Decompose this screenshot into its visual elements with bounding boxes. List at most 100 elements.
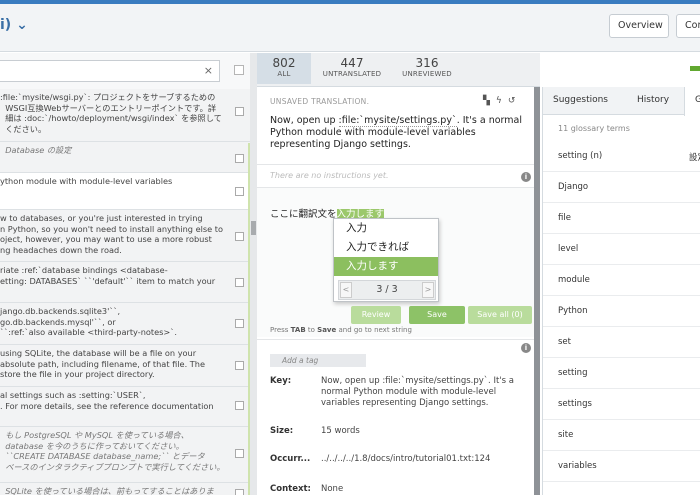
glossary-count: 11 glossary terms [558,124,630,133]
meta-key: Key: Now, open up :file:`mysite/settings… [270,376,514,408]
row-checkbox[interactable] [235,107,244,116]
overview-button[interactable]: Overview [609,14,669,38]
stat-label: UNREVIEWED [402,70,452,78]
scrollbar-thumb[interactable] [534,87,540,495]
suggestion-item[interactable]: 入力 [334,219,438,238]
info-icon[interactable]: i [521,172,531,182]
string-row[interactable]: jango.db.backends.sqlite3'``, go.db.back… [0,303,257,345]
stat-unreviewed[interactable]: 316 UNREVIEWED [397,56,457,78]
editor-tools: ▚ϟ↺ [483,96,521,106]
glossary-item[interactable]: level [543,234,700,265]
string-row[interactable]: :file:`mysite/wsgi.py`: プロジェクトをサーブするための … [0,89,257,142]
translation-editor: UNSAVED TRANSLATION. ▚ϟ↺ Now, open up :f… [257,87,540,495]
string-row-text: w to databases, or you're just intereste… [0,213,224,255]
tab-glossary[interactable]: G [684,87,700,116]
glossary-item[interactable]: setting [543,358,700,389]
stat-count: 447 [340,56,364,70]
review-button[interactable]: Review [351,306,401,324]
row-checkbox[interactable] [235,489,244,495]
chevron-down-icon[interactable]: ⌄ [16,17,28,33]
glossary-term: level [558,244,579,254]
add-tag-input[interactable]: Add a tag [270,354,366,367]
stat-count: 802 [272,56,296,70]
string-row[interactable]: Database の設定 [0,142,257,173]
meta-occurrence: Occurr... ../../../../1.8/docs/intro/tut… [270,454,491,464]
row-checkbox[interactable] [235,278,244,287]
copy-icon[interactable]: ▚ [483,96,496,106]
string-row[interactable]: using SQLite, the database will be a fil… [0,345,257,387]
glossary-definition: 設定 [689,153,700,163]
tab-suggestions[interactable]: Suggestions [553,95,608,105]
glossary-item[interactable]: Django [543,172,700,203]
tab-history[interactable]: History [637,95,669,105]
glossary-item[interactable]: module [543,265,700,296]
string-row-text: al settings such as :setting:`USER`, . F… [0,390,214,411]
progress-indicator [690,66,700,71]
row-checkbox[interactable] [235,232,244,241]
glossary-term: module [558,275,590,285]
meta-size: Size: 15 words [270,426,360,436]
undo-icon[interactable]: ↺ [508,96,522,106]
glossary-item[interactable]: set [543,327,700,358]
suggestion-item[interactable]: 入力できれば [334,238,438,257]
search-input[interactable]: × [0,60,220,82]
scrollbar-thumb[interactable] [251,221,256,235]
glossary-item[interactable]: variables [543,451,700,482]
glossary-item[interactable]: site [543,420,700,451]
instructions-text: There are no instructions yet. [270,171,389,180]
row-checkbox[interactable] [235,319,244,328]
glossary-term: file [558,213,571,223]
stat-label: ALL [277,70,291,78]
list-scrollbar[interactable] [250,53,257,495]
row-checkbox[interactable] [235,187,244,196]
string-row-text: riate :ref:`database bindings <database-… [0,265,216,286]
string-row-text: もし PostgreSQL や MySQL を使っている場合、 database… [5,430,224,472]
glossary-item[interactable]: file [543,203,700,234]
string-row[interactable]: w to databases, or you're just intereste… [0,210,257,262]
source-text: Now, open up :file:`mysite/settings.py`.… [270,115,522,150]
string-row[interactable]: riate :ref:`database bindings <database-… [0,262,257,303]
save-all-button[interactable]: Save all (0) [468,306,532,324]
string-row-text: ython module with module-level variables [0,176,173,186]
stat-count: 316 [415,56,439,70]
project-title[interactable]: i) ⌄ [0,17,28,33]
stat-label: UNTRANSLATED [322,70,382,78]
contribute-button[interactable]: Con [676,14,700,38]
string-row-text: Database の設定 [0,145,72,155]
stat-untranslated[interactable]: 447 UNTRANSLATED [317,56,387,78]
lightning-icon[interactable]: ϟ [496,96,508,106]
unsaved-label: UNSAVED TRANSLATION. [270,97,370,106]
top-header: i) ⌄ Overview Con [0,0,700,52]
glossary-item[interactable]: Python [543,296,700,327]
next-suggestion-button[interactable]: > [422,282,434,298]
glossary-item[interactable]: setting (n) 設定 [543,141,700,172]
string-row[interactable]: al settings such as :setting:`USER`, . F… [0,387,257,427]
sidebar-panel: Suggestions History G 11 glossary terms … [542,87,700,495]
row-checkbox[interactable] [235,401,244,410]
glossary-term: Python [558,306,588,316]
row-checkbox[interactable] [235,154,244,163]
meta-context: Context: None [270,484,344,494]
string-row[interactable]: SQLite を使っている場合は、前もってすることはありま [0,483,257,495]
glossary-term: site [558,430,574,440]
glossary-term: settings [558,399,592,409]
accent-strip [0,0,700,4]
tag-info-icon[interactable]: i [521,343,531,353]
glossary-item[interactable]: settings [543,389,700,420]
row-checkbox[interactable] [235,449,244,458]
clear-search-icon[interactable]: × [204,64,213,77]
save-button[interactable]: Save [409,306,465,324]
select-all-checkbox[interactable] [234,65,244,75]
stat-all[interactable]: 802 ALL [257,53,311,84]
string-row-text: jango.db.backends.sqlite3'``, go.db.back… [0,306,177,338]
editor-scrollbar[interactable] [534,87,540,495]
string-row-text: using SQLite, the database will be a fil… [0,348,206,380]
row-checkbox[interactable] [235,361,244,370]
glossary-term: Django [558,182,589,192]
string-row[interactable]: ython module with module-level variables [0,173,257,210]
string-row[interactable]: もし PostgreSQL や MySQL を使っている場合、 database… [0,427,257,483]
prev-suggestion-button[interactable]: < [340,282,352,298]
string-row-text: :file:`mysite/wsgi.py`: プロジェクトをサーブするための … [0,92,222,134]
suggestion-item-selected[interactable]: 入力します [334,257,438,276]
glossary-term: set [558,337,571,347]
